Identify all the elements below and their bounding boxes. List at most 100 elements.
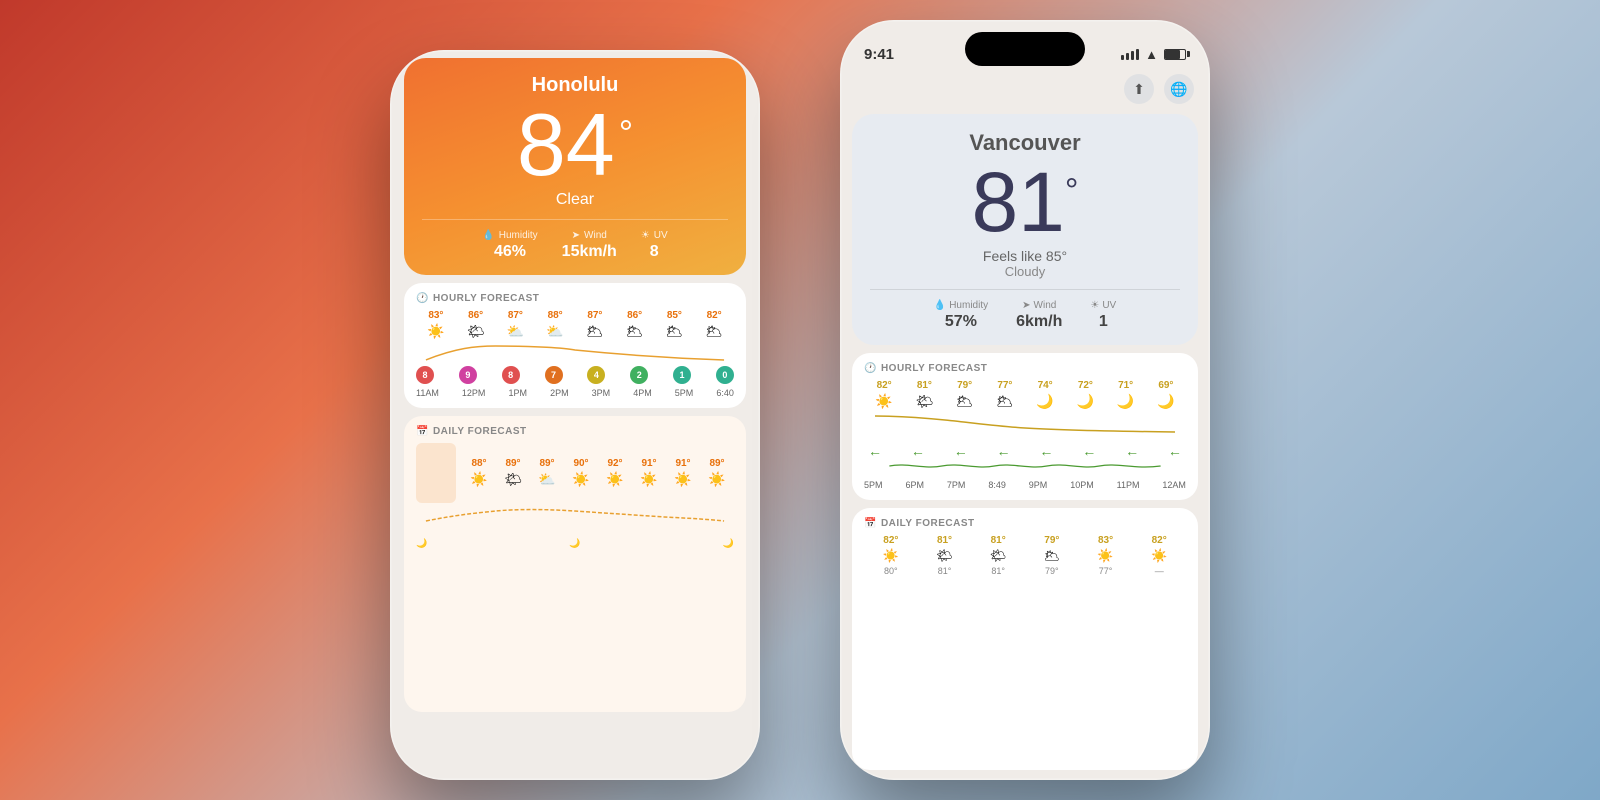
van-time-5: 10PM	[1070, 480, 1094, 490]
vancouver-humidity: 💧 Humidity 57%	[934, 300, 988, 331]
vancouver-hourly-card: 🕐 HOURLY FORECAST 82° ☀️ 81° 🌤 79° 🌥	[852, 353, 1198, 500]
honolulu-wind: ➤ Wind 15km/h	[562, 230, 617, 261]
honolulu-stats: 💧 Humidity 46% ➤ Wind 15km/h ☀ UV	[422, 219, 728, 261]
van-hourly-0: 82° ☀️	[864, 380, 904, 410]
daily-col-5: 91° ☀️	[632, 458, 666, 488]
van-hourly-7: 69° 🌙	[1146, 380, 1186, 410]
van-hourly-2: 79° 🌥	[945, 380, 985, 410]
hourly-col-5: 86° 🌥	[615, 310, 655, 340]
toolbar: ⬆ 🌐	[852, 74, 1198, 104]
honolulu-temp: 84°	[422, 101, 728, 189]
honolulu-daily-title: 📅 DAILY FORECAST	[416, 426, 734, 437]
signal-bars	[1121, 49, 1139, 60]
hourly-col-0: 83° ☀️	[416, 310, 456, 340]
vancouver-wind: ➤ Wind 6km/h	[1016, 300, 1062, 331]
globe-button[interactable]: 🌐	[1164, 74, 1194, 104]
status-icons: ▲	[1121, 47, 1186, 62]
vancouver-temp: 81°	[971, 155, 1078, 249]
dynamic-island	[965, 32, 1085, 66]
time-label-6: 5PM	[675, 388, 694, 398]
vancouver-city-name: Vancouver	[870, 130, 1180, 156]
daily-col-1: 89° 🌤	[496, 458, 530, 488]
uv-dot-1: 9	[459, 366, 477, 384]
vancouver-hourly-title: 🕐 HOURLY FORECAST	[864, 363, 1186, 374]
calendar-icon-van: 📅	[864, 518, 877, 529]
humidity-icon-van: 💧	[934, 300, 946, 311]
daily-col-7: 89° ☀️	[700, 458, 734, 488]
daily-col-2: 89° ⛅	[530, 458, 564, 488]
van-hourly-5: 72° 🌙	[1065, 380, 1105, 410]
wind-icon: ➤	[572, 230, 580, 241]
time-label-7: 6:40	[716, 388, 734, 398]
daily-col-4: 92° ☀️	[598, 458, 632, 488]
status-time: 9:41	[864, 46, 894, 63]
honolulu-uv: ☀ UV 8	[641, 230, 668, 261]
honolulu-weather-card: Honolulu 84° Clear 💧 Humidity 46% ➤	[404, 58, 746, 275]
hourly-col-4: 87° 🌥	[575, 310, 615, 340]
van-daily-4: 83° ☀️ 77°	[1079, 535, 1133, 576]
hourly-col-6: 85° 🌥	[655, 310, 695, 340]
van-time-4: 9PM	[1029, 480, 1048, 490]
hourly-col-2: 87° ⛅	[496, 310, 536, 340]
van-hourly-4: 74° 🌙	[1025, 380, 1065, 410]
clock-icon: 🕐	[416, 293, 429, 304]
daily-highlight	[416, 443, 456, 503]
uv-dot-3: 7	[545, 366, 563, 384]
humidity-icon: 💧	[482, 230, 494, 241]
uv-dot-6: 1	[673, 366, 691, 384]
left-phone: Honolulu 84° Clear 💧 Humidity 46% ➤	[390, 50, 760, 780]
vancouver-feels-like: Feels like 85°	[870, 248, 1180, 264]
hourly-col-1: 86° 🌤	[456, 310, 496, 340]
van-time-3: 8:49	[988, 480, 1006, 490]
share-button[interactable]: ⬆	[1124, 74, 1154, 104]
wind-icon-van: ➤	[1022, 300, 1030, 311]
honolulu-hourly-card: 🕐 HOURLY FORECAST 83° ☀️ 86° 🌤 87° ⛅ 88°	[404, 283, 746, 408]
uv-dot-7: 0	[716, 366, 734, 384]
calendar-icon: 📅	[416, 426, 429, 437]
van-time-7: 12AM	[1162, 480, 1186, 490]
van-time-2: 7PM	[947, 480, 966, 490]
van-hourly-6: 71° 🌙	[1106, 380, 1146, 410]
vancouver-daily-title: 📅 DAILY FORECAST	[864, 518, 1186, 529]
vancouver-uv: ☀ UV 1	[1090, 300, 1116, 331]
wind-arrows: ← ← ← ← ← ← ← ←	[864, 443, 1186, 459]
honolulu-city-name: Honolulu	[422, 74, 728, 97]
van-daily-5: 82° ☀️ —	[1132, 535, 1186, 576]
vancouver-content: ⬆ 🌐 Vancouver 81° Feels like 85° Cloudy …	[840, 74, 1210, 780]
uv-dot-5: 2	[630, 366, 648, 384]
daily-col-3: 90° ☀️	[564, 458, 598, 488]
hourly-col-3: 88° ⛅	[535, 310, 575, 340]
van-time-1: 6PM	[905, 480, 924, 490]
uv-dot-2: 8	[502, 366, 520, 384]
time-label-0: 11AM	[416, 388, 439, 398]
vancouver-stats: 💧 Humidity 57% ➤ Wind 6km/h ☀ UV	[870, 289, 1180, 331]
honolulu-hourly-title: 🕐 HOURLY FORECAST	[416, 293, 734, 304]
van-daily-3: 79° 🌥 79°	[1025, 535, 1079, 576]
vancouver-condition: Cloudy	[870, 264, 1180, 279]
vancouver-daily-card: 📅 DAILY FORECAST 82° ☀️ 80° 81° 🌤 81° 81…	[852, 508, 1198, 770]
time-label-5: 4PM	[633, 388, 652, 398]
uv-icon-van: ☀	[1090, 300, 1099, 311]
van-time-6: 11PM	[1117, 480, 1140, 490]
uv-icon: ☀	[641, 230, 650, 241]
van-daily-0: 82° ☀️ 80°	[864, 535, 918, 576]
van-time-0: 5PM	[864, 480, 883, 490]
honolulu-daily-card: 📅 DAILY FORECAST 88° ☀️ 89° 🌤 89°	[404, 416, 746, 712]
hourly-col-7: 82° 🌥	[694, 310, 734, 340]
wifi-icon: ▲	[1145, 47, 1158, 62]
clock-icon-van: 🕐	[864, 363, 877, 374]
van-hourly-1: 81° 🌤	[904, 380, 944, 410]
battery-icon	[1164, 49, 1186, 60]
moon-icon-1: 🌙	[416, 538, 427, 549]
vancouver-weather-card: Vancouver 81° Feels like 85° Cloudy 💧 Hu…	[852, 114, 1198, 345]
time-label-4: 3PM	[592, 388, 611, 398]
time-label-3: 2PM	[550, 388, 569, 398]
van-daily-2: 81° 🌤 81°	[971, 535, 1025, 576]
daily-col-0: 88° ☀️	[462, 458, 496, 488]
honolulu-humidity: 💧 Humidity 46%	[482, 230, 537, 261]
time-label-1: 12PM	[462, 388, 486, 398]
uv-dot-0: 8	[416, 366, 434, 384]
van-hourly-3: 77° 🌥	[985, 380, 1025, 410]
uv-dot-4: 4	[587, 366, 605, 384]
time-label-2: 1PM	[508, 388, 527, 398]
